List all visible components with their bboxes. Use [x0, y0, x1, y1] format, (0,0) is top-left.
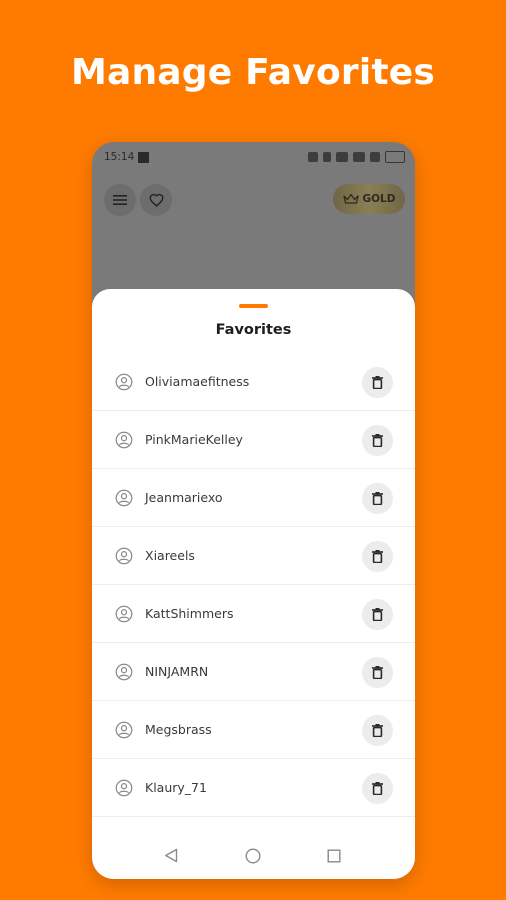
- favorite-username: PinkMarieKelley: [145, 432, 243, 447]
- favorite-username: KattShimmers: [145, 606, 234, 621]
- trash-icon: [372, 782, 383, 795]
- user-circle-icon: [115, 489, 133, 507]
- back-triangle-icon[interactable]: [164, 848, 178, 863]
- status-icons: [308, 151, 405, 163]
- notification-icon: [138, 152, 149, 163]
- trash-icon: [372, 608, 383, 621]
- user-circle-icon: [115, 431, 133, 449]
- gold-upgrade-button[interactable]: GOLD: [333, 184, 405, 214]
- user-circle-icon: [115, 663, 133, 681]
- favorite-username: Jeanmariexo: [145, 490, 223, 505]
- crown-icon: [342, 193, 359, 204]
- delete-favorite-button[interactable]: [362, 425, 393, 456]
- trash-icon: [372, 666, 383, 679]
- trash-icon: [372, 724, 383, 737]
- promo-headline: Manage Favorites: [70, 52, 436, 93]
- phone-screen: 15:14 GOLD Favorites Oliviamaefitness Pi…: [92, 142, 415, 879]
- key-icon: [308, 152, 318, 162]
- signal-icon: [353, 152, 365, 162]
- favorites-bottom-sheet: Favorites Oliviamaefitness PinkMarieKell…: [92, 289, 415, 879]
- favorite-row[interactable]: PinkMarieKelley: [92, 411, 415, 469]
- system-nav-bar: [92, 831, 415, 879]
- trash-icon: [372, 550, 383, 563]
- favorite-username: Oliviamaefitness: [145, 374, 250, 389]
- favorite-row[interactable]: NINJAMRN: [92, 643, 415, 701]
- wifi-icon: [336, 152, 348, 162]
- status-bar: 15:14: [92, 142, 415, 172]
- delete-favorite-button[interactable]: [362, 483, 393, 514]
- favorite-username: Megsbrass: [145, 722, 212, 737]
- favorite-row[interactable]: Klaury_71: [92, 759, 415, 817]
- heart-icon: [149, 193, 163, 207]
- home-circle-icon[interactable]: [245, 848, 261, 864]
- favorite-username: Xiareels: [145, 548, 195, 563]
- favorite-row[interactable]: Megsbrass: [92, 701, 415, 759]
- battery-icon: [385, 151, 405, 163]
- delete-favorite-button[interactable]: [362, 367, 393, 398]
- status-time: 15:14: [104, 151, 135, 163]
- recent-apps-square-icon[interactable]: [327, 849, 341, 863]
- user-circle-icon: [115, 721, 133, 739]
- favorite-row[interactable]: Xiareels: [92, 527, 415, 585]
- gold-label: GOLD: [362, 193, 396, 205]
- delete-favorite-button[interactable]: [362, 715, 393, 746]
- menu-button[interactable]: [104, 184, 136, 216]
- user-circle-icon: [115, 779, 133, 797]
- trash-icon: [372, 376, 383, 389]
- signal-2-icon: [370, 152, 380, 162]
- favorite-username: NINJAMRN: [145, 664, 209, 679]
- delete-favorite-button[interactable]: [362, 773, 393, 804]
- delete-favorite-button[interactable]: [362, 541, 393, 572]
- sheet-drag-handle[interactable]: [239, 304, 268, 308]
- favorite-row[interactable]: KattShimmers: [92, 585, 415, 643]
- user-circle-icon: [115, 605, 133, 623]
- user-circle-icon: [115, 547, 133, 565]
- hamburger-menu-icon: [113, 195, 127, 205]
- trash-icon: [372, 492, 383, 505]
- trash-icon: [372, 434, 383, 447]
- sheet-title: Favorites: [215, 322, 292, 338]
- favorite-row[interactable]: Oliviamaefitness: [92, 353, 415, 411]
- user-circle-icon: [115, 373, 133, 391]
- delete-favorite-button[interactable]: [362, 599, 393, 630]
- favorite-username: Klaury_71: [145, 780, 207, 795]
- vibrate-icon: [323, 152, 331, 162]
- favorite-row[interactable]: Jeanmariexo: [92, 469, 415, 527]
- delete-favorite-button[interactable]: [362, 657, 393, 688]
- favorites-list: Oliviamaefitness PinkMarieKelley Jeanmar…: [92, 353, 415, 841]
- favorites-button[interactable]: [140, 184, 172, 216]
